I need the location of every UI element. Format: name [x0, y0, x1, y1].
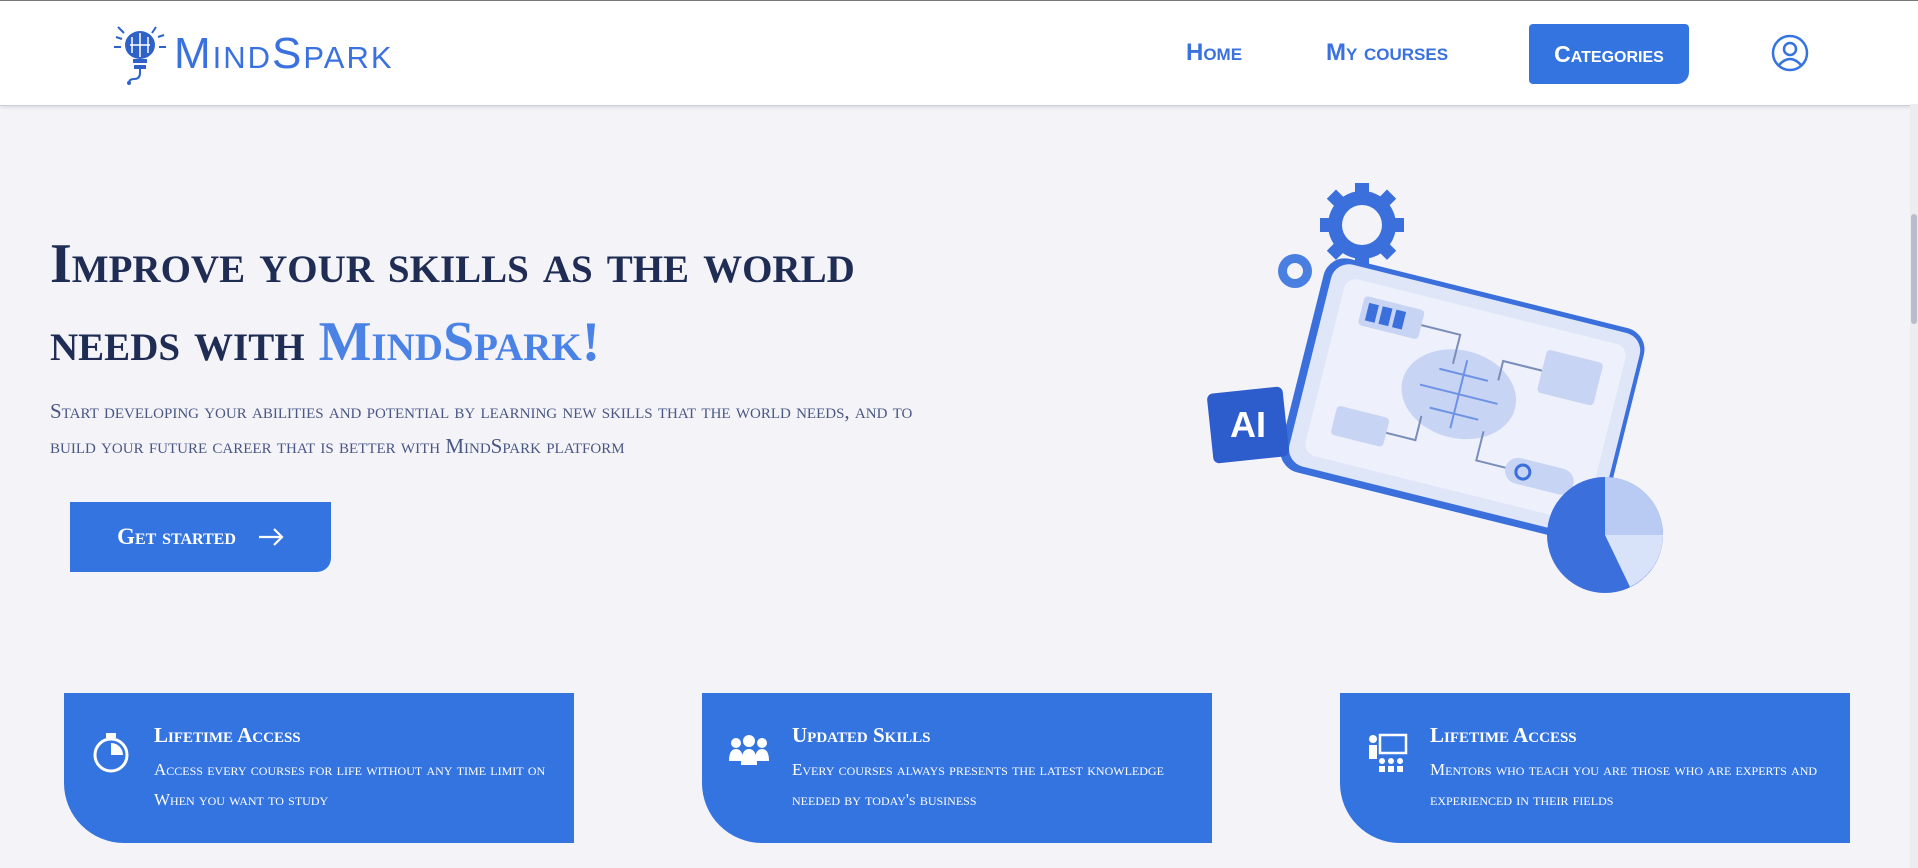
categories-button[interactable]: Categories [1529, 24, 1689, 84]
arrow-right-icon [258, 528, 284, 546]
nav-my-courses-link[interactable]: My courses [1326, 39, 1448, 67]
feature-description: Mentors who teach you are those who are … [1430, 760, 1818, 809]
feature-title: Updated Skills [792, 723, 931, 747]
pie-chart-icon [1547, 477, 1663, 593]
nav-home-link[interactable]: Home [1186, 39, 1242, 67]
gear-large-icon [1320, 183, 1404, 267]
top-navbar: MindSpark Home My courses Categories [0, 0, 1918, 106]
page-scrollbar[interactable] [1910, 104, 1918, 868]
feature-card: Lifetime Access Mentors who teach you ar… [1340, 693, 1850, 843]
ai-tablet-illustration: AI [1207, 183, 1663, 593]
stopwatch-icon [93, 733, 129, 773]
user-circle-icon[interactable] [1771, 34, 1809, 72]
feature-card: Lifetime Access Access every courses for… [64, 693, 574, 843]
brand-name: MindSpark [174, 29, 394, 78]
feature-title: Lifetime Access [1430, 723, 1577, 747]
hero-title: Improve your skills as the world needs w… [50, 225, 990, 381]
ai-badge: AI [1207, 386, 1289, 464]
feature-description: Every courses always presents the latest… [792, 760, 1164, 809]
scrollbar-thumb[interactable] [1911, 214, 1917, 324]
lightbulb-brain-icon [114, 26, 166, 85]
ai-badge-text: AI [1230, 404, 1266, 445]
presenter-icon [1369, 733, 1408, 772]
get-started-button[interactable]: Get started [70, 502, 331, 572]
people-group-icon [729, 735, 769, 765]
gear-small-icon [1278, 254, 1312, 288]
feature-title: Lifetime Access [154, 723, 301, 747]
brand-logo[interactable]: MindSpark [112, 23, 394, 85]
get-started-label: Get started [117, 524, 236, 549]
feature-description: Access every courses for life without an… [154, 760, 546, 809]
hero-title-brand: MindSpark! [318, 311, 601, 373]
hero-subtitle: Start developing your abilities and pote… [50, 399, 913, 458]
feature-card: Updated Skills Every courses always pres… [702, 693, 1212, 843]
